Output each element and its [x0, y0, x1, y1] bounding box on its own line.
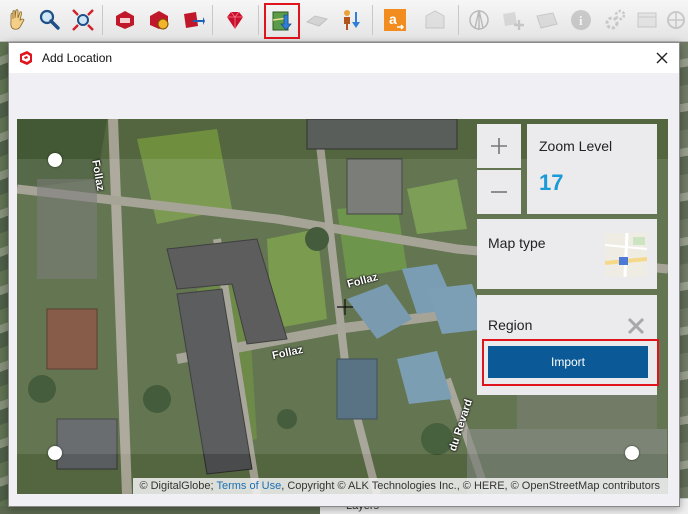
- map-type-selector[interactable]: Map type: [477, 219, 657, 289]
- svg-text:i: i: [579, 13, 583, 28]
- info-icon[interactable]: i: [566, 5, 596, 35]
- hand-icon[interactable]: [2, 5, 32, 35]
- grid-icon[interactable]: [532, 5, 562, 35]
- region-handle-bottom-left[interactable]: [48, 446, 62, 460]
- zoom-out-button[interactable]: [477, 170, 521, 214]
- satellite-map[interactable]: Follaz Follaz Follaz du Revard Zoom Leve…: [17, 119, 668, 494]
- settings-icon[interactable]: [600, 5, 630, 35]
- sketchup-toolbar: a i: [0, 0, 688, 42]
- compass-icon[interactable]: [464, 5, 494, 35]
- import-button[interactable]: Import: [488, 346, 648, 378]
- photo-texture-icon[interactable]: [334, 5, 364, 35]
- add-location-icon[interactable]: [264, 3, 300, 39]
- region-handle-top-left[interactable]: [48, 153, 62, 167]
- close-icon: [656, 52, 668, 64]
- minus-icon: [491, 191, 507, 193]
- ruby-icon-3[interactable]: [178, 5, 208, 35]
- orbit-icon[interactable]: [664, 5, 688, 35]
- close-button[interactable]: [651, 47, 673, 69]
- terms-of-use-link[interactable]: Terms of Use: [216, 480, 281, 492]
- zoom-extents-icon[interactable]: [68, 5, 98, 35]
- zoom-level-label: Zoom Level: [539, 138, 613, 154]
- zoom-level-panel: Zoom Level 17: [527, 124, 657, 214]
- region-label: Region: [488, 317, 533, 333]
- ruby-icon-2[interactable]: [144, 5, 174, 35]
- magnifier-icon[interactable]: [34, 5, 64, 35]
- zoom-in-button[interactable]: [477, 124, 521, 168]
- map-thumbnail-icon: [604, 232, 648, 278]
- zoom-level-value: 17: [539, 170, 564, 195]
- add-detail-icon[interactable]: [498, 5, 528, 35]
- region-handle-bottom-right[interactable]: [625, 446, 639, 460]
- sandbox-icon[interactable]: [420, 5, 450, 35]
- 3d-warehouse-icon[interactable]: a: [380, 5, 410, 35]
- attribution-prefix: © DigitalGlobe;: [139, 480, 217, 492]
- plus-icon: [491, 138, 507, 154]
- crosshair-icon: [337, 299, 353, 315]
- clear-region-icon[interactable]: [627, 317, 645, 335]
- map-attribution: © DigitalGlobe; Terms of Use, Copyright …: [133, 478, 668, 494]
- svg-text:a: a: [389, 11, 397, 27]
- toggle-terrain-icon[interactable]: [302, 5, 332, 35]
- extension-warehouse-icon[interactable]: [220, 5, 250, 35]
- dialog-titlebar[interactable]: Add Location: [9, 43, 679, 73]
- sketchup-logo-icon: [18, 50, 34, 66]
- add-location-dialog: Add Location Follaz Follaz Follaz du Rev…: [8, 42, 680, 507]
- panel-icon[interactable]: [632, 5, 662, 35]
- dialog-title: Add Location: [42, 51, 113, 65]
- ruby-icon-1[interactable]: [110, 5, 140, 35]
- attribution-suffix: , Copyright © ALK Technologies Inc., © H…: [281, 480, 660, 492]
